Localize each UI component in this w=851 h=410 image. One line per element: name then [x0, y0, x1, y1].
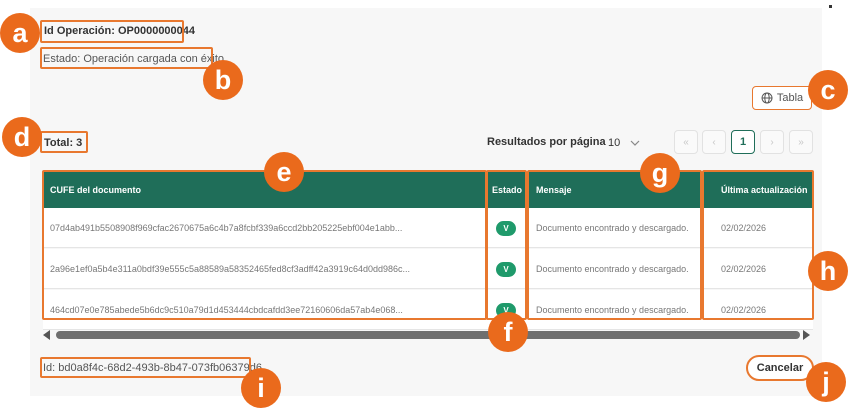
marker-c: c — [808, 70, 848, 110]
prev-page-button[interactable]: ‹ — [702, 130, 726, 154]
highlight-operation-id — [40, 20, 184, 43]
highlight-updated-column — [702, 170, 814, 320]
next-page-button[interactable]: › — [760, 130, 784, 154]
cancel-button[interactable]: Cancelar — [746, 355, 814, 381]
marker-b: b — [203, 60, 243, 100]
marker-i: i — [241, 368, 281, 408]
highlight-total — [40, 131, 88, 153]
highlight-cufe-column — [42, 170, 487, 320]
globe-icon — [761, 92, 773, 104]
marker-j: j — [806, 362, 846, 402]
page-1-button[interactable]: 1 — [731, 130, 755, 154]
scroll-left-arrow[interactable] — [43, 330, 50, 340]
highlight-operation-state — [40, 47, 213, 69]
highlight-message-column — [527, 170, 702, 320]
marker-f: f — [488, 312, 528, 352]
highlight-status-column — [486, 170, 527, 320]
first-page-button[interactable]: « — [674, 130, 698, 154]
results-per-page-select[interactable]: 10 — [600, 131, 644, 155]
marker-g: g — [640, 153, 680, 193]
highlight-request-id — [40, 357, 251, 378]
table-view-label: Tabla — [776, 92, 804, 104]
last-page-button[interactable]: » — [789, 130, 813, 154]
marker-h: h — [808, 251, 848, 291]
table-view-button[interactable]: Tabla — [752, 86, 812, 110]
corner-dot — [829, 5, 832, 8]
marker-a: a — [0, 13, 40, 53]
horizontal-scrollbar[interactable] — [56, 331, 800, 339]
marker-d: d — [2, 117, 42, 157]
results-per-page-label: Resultados por página — [487, 136, 606, 148]
results-per-page-value: 10 — [608, 137, 621, 149]
marker-e: e — [264, 152, 304, 192]
chevron-down-icon — [630, 140, 640, 146]
scroll-right-arrow[interactable] — [803, 330, 810, 340]
